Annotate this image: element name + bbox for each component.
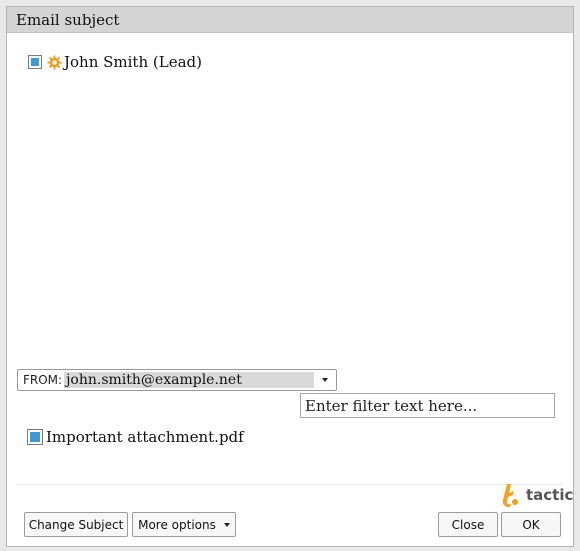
gear-icon bbox=[47, 54, 62, 70]
more-options-button[interactable]: More options bbox=[132, 512, 236, 537]
ok-button[interactable]: OK bbox=[501, 512, 561, 537]
close-button[interactable]: Close bbox=[438, 512, 498, 537]
from-select[interactable]: FROM: john.smith@example.net bbox=[17, 369, 337, 391]
attachment-checkbox[interactable] bbox=[27, 429, 43, 445]
ok-label: OK bbox=[522, 517, 540, 532]
recipient-name: John Smith (Lead) bbox=[64, 53, 202, 71]
change-subject-button[interactable]: Change Subject bbox=[24, 512, 128, 537]
footer-divider bbox=[17, 484, 563, 485]
tactic-logo-text: tactic bbox=[526, 486, 574, 504]
dialog-title: Email subject bbox=[7, 7, 573, 33]
more-options-label: More options bbox=[138, 517, 216, 532]
recipient-row[interactable]: John Smith (Lead) bbox=[28, 53, 202, 71]
recipient-checkbox[interactable] bbox=[28, 55, 42, 69]
tactic-logo-icon bbox=[502, 484, 518, 507]
chevron-down-icon bbox=[223, 522, 230, 527]
from-label: FROM: bbox=[23, 373, 63, 387]
change-subject-label: Change Subject bbox=[28, 517, 124, 532]
chevron-down-icon bbox=[322, 378, 329, 382]
email-dialog: Email subject John Smith (Lead) FROM: jo… bbox=[6, 6, 574, 547]
attachment-name: Important attachment.pdf bbox=[46, 428, 244, 446]
tactic-logo: tactic bbox=[501, 483, 573, 507]
from-value: john.smith@example.net bbox=[64, 372, 315, 388]
filter-input[interactable] bbox=[300, 393, 555, 418]
close-label: Close bbox=[451, 517, 485, 532]
attachment-row[interactable]: Important attachment.pdf bbox=[27, 428, 244, 446]
